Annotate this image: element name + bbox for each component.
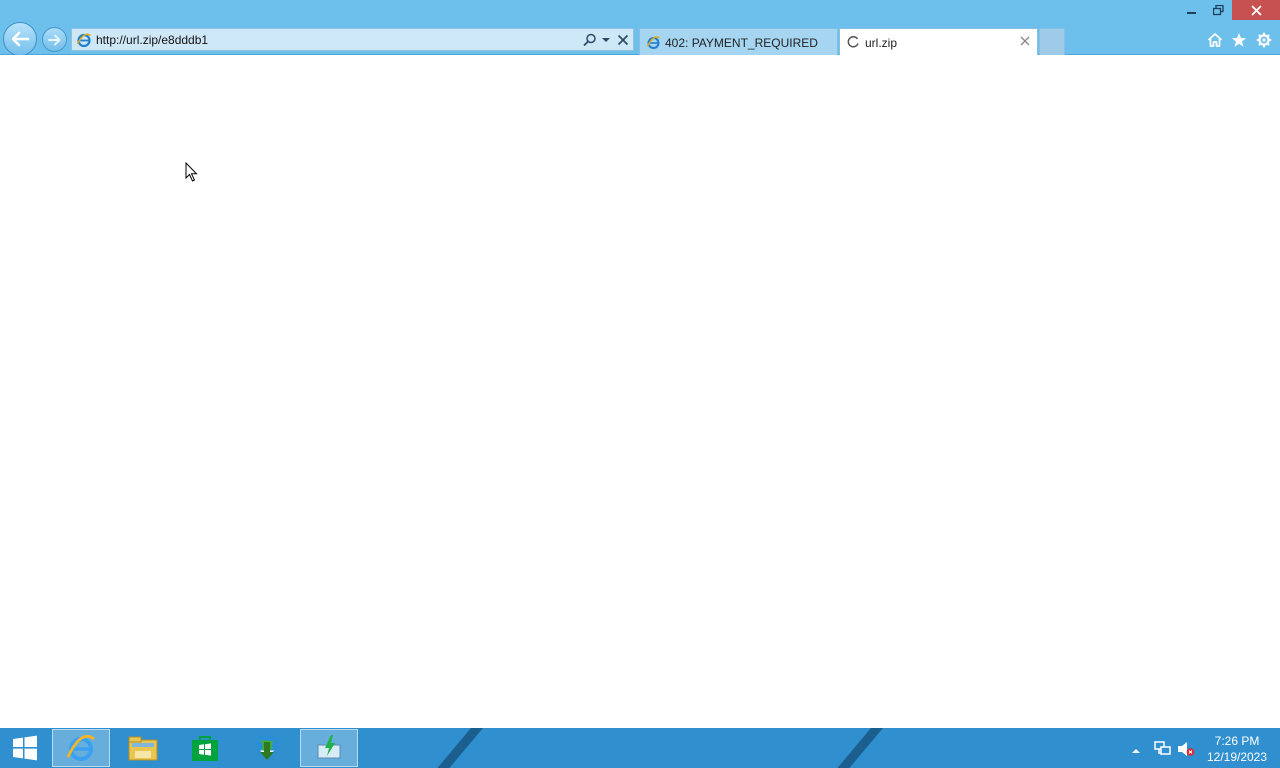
restore-icon (1212, 4, 1224, 15)
close-tab-icon[interactable] (1019, 35, 1031, 47)
clock-time: 7:26 PM (1214, 734, 1260, 748)
home-button[interactable] (1205, 30, 1225, 50)
tab-title: url.zip (865, 36, 898, 50)
taskbar: 7:26 PM 12/19/2023 (0, 728, 1280, 768)
taskbar-windows-store[interactable] (176, 729, 234, 767)
volume-muted-icon[interactable] (1177, 740, 1195, 758)
new-tab-button[interactable] (1039, 28, 1065, 55)
address-bar[interactable]: http://url.zip/e8dddb1 (71, 28, 634, 51)
taskbar-file-explorer[interactable] (114, 729, 172, 767)
browser-chrome: http://url.zip/e8dddb1 402: PAYMENT_REQU… (0, 0, 1280, 56)
address-url[interactable]: http://url.zip/e8dddb1 (96, 33, 208, 47)
network-icon[interactable] (1153, 740, 1171, 758)
ie-page-icon (646, 35, 661, 55)
close-window-button[interactable] (1232, 0, 1280, 20)
minimize-button[interactable] (1180, 0, 1204, 20)
search-icon[interactable] (582, 32, 598, 48)
start-button[interactable] (0, 728, 50, 768)
system-clock[interactable]: 7:26 PM 12/19/2023 (1198, 733, 1276, 765)
ie-page-icon (76, 32, 92, 53)
page-content (0, 55, 1280, 728)
minimize-icon (1187, 12, 1196, 14)
tab-title: 402: PAYMENT_REQUIRED (665, 36, 818, 50)
wallpaper-streak (820, 728, 892, 768)
mouse-cursor-icon (185, 161, 199, 187)
favorites-button[interactable] (1229, 30, 1249, 50)
tab-payment-required[interactable]: 402: PAYMENT_REQUIRED (639, 28, 838, 55)
wallpaper-streak (420, 728, 492, 768)
show-hidden-icons[interactable] (1131, 742, 1141, 760)
taskbar-internet-download-manager[interactable] (238, 729, 296, 767)
back-button[interactable] (3, 22, 37, 56)
windows-logo-icon (13, 735, 37, 761)
file-explorer-icon (128, 736, 158, 761)
loading-icon (846, 35, 860, 54)
tab-url-zip[interactable]: url.zip (839, 28, 1038, 55)
restore-button[interactable] (1206, 0, 1230, 20)
taskbar-download-app[interactable] (300, 729, 358, 767)
download-manager-globe-icon (256, 735, 278, 760)
download-tray-icon (317, 735, 341, 759)
stop-icon[interactable] (615, 32, 631, 48)
taskbar-internet-explorer[interactable] (52, 729, 110, 767)
close-icon (1250, 4, 1262, 16)
windows-store-icon (192, 736, 218, 761)
dropdown-chevron-icon[interactable] (598, 32, 614, 48)
tools-gear-icon (1256, 32, 1272, 48)
favorites-star-icon (1231, 33, 1247, 47)
back-arrow-icon (11, 31, 30, 47)
forward-arrow-icon (47, 34, 60, 45)
home-icon (1207, 33, 1223, 47)
clock-date: 12/19/2023 (1206, 750, 1268, 764)
forward-button[interactable] (42, 27, 67, 52)
tools-button[interactable] (1254, 30, 1274, 50)
internet-explorer-icon (66, 734, 95, 761)
